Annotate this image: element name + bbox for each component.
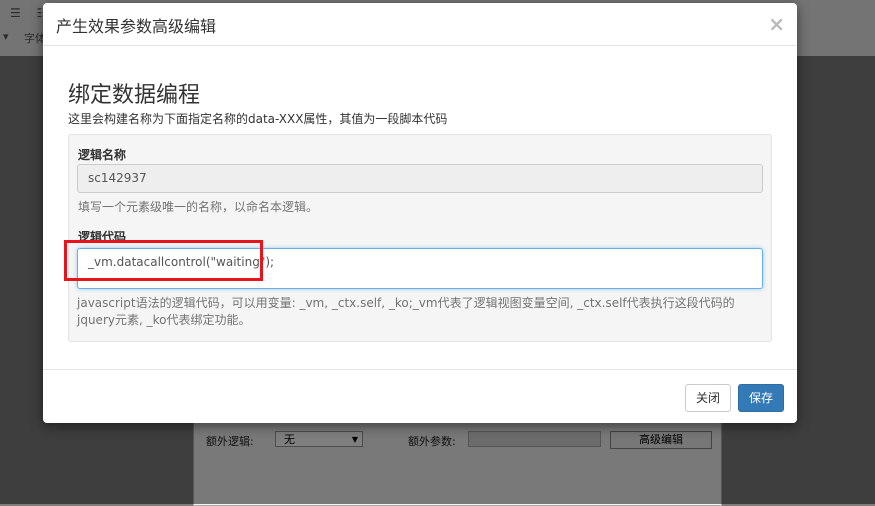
logic-name-value: sc142937 bbox=[88, 171, 147, 185]
logic-name-input[interactable]: sc142937 bbox=[77, 164, 763, 193]
annotation-highlight-box bbox=[64, 240, 263, 281]
logic-code-help: javascript语法的逻辑代码，可以用变量: _vm, _ctx.self,… bbox=[77, 296, 735, 327]
modal-header: 产生效果参数高级编辑 × bbox=[43, 3, 797, 46]
section-title: 绑定数据编程 bbox=[68, 83, 201, 108]
modal-footer: 关闭 保存 bbox=[43, 369, 797, 424]
save-button[interactable]: 保存 bbox=[738, 384, 784, 412]
modal-title: 产生效果参数高级编辑 bbox=[56, 17, 217, 36]
logic-form-well: 逻辑名称 sc142937 填写一个元素级唯一的名称，以命名本逻辑。 逻辑代码 … bbox=[68, 134, 772, 342]
logic-name-help: 填写一个元素级唯一的名称，以命名本逻辑。 bbox=[78, 200, 319, 214]
close-button[interactable]: 关闭 bbox=[685, 384, 731, 412]
logic-name-label: 逻辑名称 bbox=[78, 148, 127, 162]
advanced-edit-modal: 产生效果参数高级编辑 × 绑定数据编程 这里会构建名称为下面指定名称的data-… bbox=[43, 3, 797, 423]
section-description: 这里会构建名称为下面指定名称的data-XXX属性，其值为一段脚本代码 bbox=[68, 112, 448, 126]
close-icon[interactable]: × bbox=[768, 12, 785, 36]
